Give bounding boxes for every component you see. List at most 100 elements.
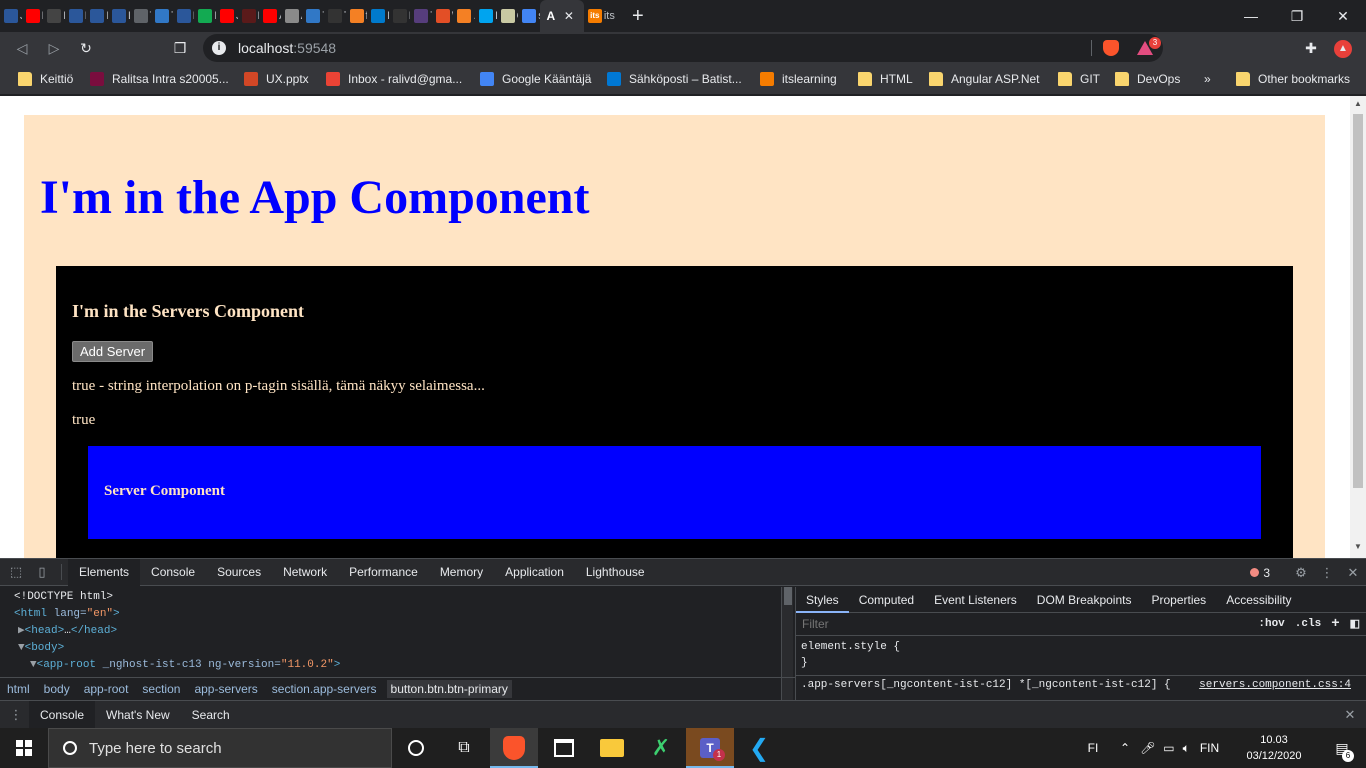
scroll-down-arrow[interactable]: ▼ bbox=[1354, 542, 1362, 551]
bookmark-item[interactable]: UX.pptx bbox=[244, 72, 309, 86]
browser-tab[interactable]: Ta bbox=[410, 0, 432, 32]
taskbar-search[interactable] bbox=[48, 728, 392, 768]
drawer-tab-what-s-new[interactable]: What's New bbox=[95, 701, 181, 730]
close-tab-icon[interactable]: ✕ bbox=[564, 9, 574, 23]
browser-tab[interactable]: Fr bbox=[43, 0, 65, 32]
start-button[interactable] bbox=[0, 728, 48, 768]
browser-tab[interactable]: Dc bbox=[194, 0, 216, 32]
breadcrumb-item[interactable]: html bbox=[7, 682, 30, 696]
clock[interactable]: 10.03 03/12/2020 bbox=[1244, 732, 1304, 764]
site-info-icon[interactable]: i bbox=[212, 41, 226, 55]
bookmark-item[interactable]: Keittiö bbox=[18, 72, 73, 86]
browser-tab[interactable]: Le bbox=[389, 0, 410, 32]
dom-line-body[interactable]: ▼<body> bbox=[14, 640, 781, 657]
reload-button[interactable]: ↻ bbox=[70, 35, 102, 63]
taskbar-search-input[interactable] bbox=[89, 739, 369, 757]
styles-tab-event-listeners[interactable]: Event Listeners bbox=[924, 587, 1027, 613]
settings-gear-icon[interactable]: ⚙ bbox=[1288, 565, 1314, 581]
styles-filter-input[interactable] bbox=[802, 617, 1249, 631]
bookmark-page-button[interactable]: ❒ bbox=[164, 35, 196, 63]
tab-active-angular[interactable]: A ✕ bbox=[539, 0, 584, 32]
browser-tab[interactable]: Le bbox=[22, 0, 43, 32]
browser-tab[interactable]: Le bbox=[108, 0, 130, 32]
bookmark-item[interactable]: Sähköposti – Batist... bbox=[607, 72, 742, 86]
close-devtools-icon[interactable]: ✕ bbox=[1340, 565, 1366, 581]
breadcrumb-item[interactable]: section.app-servers bbox=[272, 682, 377, 696]
breadcrumb-item[interactable]: app-servers bbox=[194, 682, 257, 696]
bookmark-item[interactable]: Inbox - ralivd@gma... bbox=[326, 72, 462, 86]
hover-state-toggle[interactable]: :hov bbox=[1258, 618, 1284, 630]
browser-tab[interactable]: Ty bbox=[302, 0, 324, 32]
taskbar-gitkraken[interactable]: ✗ bbox=[637, 728, 685, 768]
element-style-rule[interactable]: element.style { } bbox=[796, 636, 1366, 674]
styles-tab-computed[interactable]: Computed bbox=[849, 587, 924, 613]
browser-tab[interactable]: Ja bbox=[0, 0, 22, 32]
browser-tab[interactable]: Le bbox=[173, 0, 194, 32]
browser-tab[interactable]: Ac bbox=[259, 0, 281, 32]
bookmark-item[interactable]: itslearning bbox=[760, 72, 837, 86]
cortana-button[interactable] bbox=[392, 728, 440, 768]
volume-icon[interactable]: 🔈︎ bbox=[1183, 741, 1190, 756]
add-server-button[interactable]: Add Server bbox=[72, 341, 154, 362]
browser-tab[interactable]: st bbox=[518, 0, 540, 32]
breadcrumb-item[interactable]: button.btn.btn-primary bbox=[386, 680, 512, 698]
task-view-button[interactable]: ⧉ bbox=[440, 728, 488, 768]
styles-tab-dom-breakpoints[interactable]: DOM Breakpoints bbox=[1027, 587, 1142, 613]
scrollbar-thumb[interactable] bbox=[784, 587, 792, 605]
add-rule-icon[interactable]: + bbox=[1331, 616, 1339, 632]
breadcrumb-item[interactable]: section bbox=[142, 682, 180, 696]
browser-tab[interactable]: W bbox=[432, 0, 453, 32]
dom-line-html[interactable]: <html lang="en"> bbox=[14, 606, 781, 623]
action-center-button[interactable]: ▤ 6 bbox=[1318, 728, 1366, 768]
browser-tab[interactable]: .n bbox=[453, 0, 475, 32]
bookmark-item[interactable]: HTML bbox=[858, 72, 913, 86]
more-options-icon[interactable]: ⋮ bbox=[1314, 565, 1340, 581]
bookmark-item[interactable]: GIT bbox=[1058, 72, 1100, 86]
browser-tab[interactable]: Ja bbox=[216, 0, 238, 32]
browser-tab[interactable]: Hi bbox=[475, 0, 497, 32]
devtools-tab-memory[interactable]: Memory bbox=[429, 559, 494, 586]
tab-itslearning[interactable]: its its bbox=[584, 0, 618, 32]
css-rule[interactable]: .app-servers[_ngcontent-ist-c12] *[_ngco… bbox=[796, 675, 1366, 700]
class-toggle[interactable]: .cls bbox=[1295, 618, 1321, 630]
taskbar-file-explorer[interactable] bbox=[588, 728, 636, 768]
devtools-tab-lighthouse[interactable]: Lighthouse bbox=[575, 559, 656, 586]
styles-tab-styles[interactable]: Styles bbox=[796, 586, 849, 613]
brave-shields-icon[interactable] bbox=[1103, 40, 1119, 56]
devtools-tab-elements[interactable]: Elements bbox=[68, 558, 141, 586]
taskbar-teams[interactable]: T 1 bbox=[686, 728, 734, 768]
browser-tab[interactable]: Le bbox=[238, 0, 259, 32]
dom-tree[interactable]: <!DOCTYPE html> <html lang="en"> ▶<head>… bbox=[0, 587, 781, 677]
drawer-tab-search[interactable]: Search bbox=[181, 701, 241, 730]
browser-tab[interactable]: Ty bbox=[151, 0, 173, 32]
browser-tab[interactable]: A: bbox=[281, 0, 302, 32]
devtools-tab-console[interactable]: Console bbox=[140, 559, 206, 586]
taskbar-vscode[interactable]: ❮ bbox=[735, 728, 783, 768]
dom-line-head[interactable]: ▶<head>…</head> bbox=[14, 623, 781, 640]
input-language[interactable]: FI bbox=[1082, 741, 1104, 755]
taskbar-brave[interactable] bbox=[490, 728, 538, 768]
drawer-menu-icon[interactable]: ⋮ bbox=[3, 707, 29, 723]
show-hidden-icons[interactable]: ⌃ bbox=[1120, 741, 1130, 755]
browser-tab[interactable]: Th bbox=[130, 0, 151, 32]
microphone-icon[interactable]: 🎤︎ bbox=[1140, 741, 1155, 755]
other-bookmarks-folder[interactable]: Other bookmarks bbox=[1236, 72, 1350, 86]
dom-line-doctype[interactable]: <!DOCTYPE html> bbox=[14, 589, 781, 606]
new-tab-button[interactable]: + bbox=[628, 5, 648, 28]
extensions-puzzle-icon[interactable]: ✚ bbox=[1302, 40, 1320, 58]
error-counter[interactable]: 3 bbox=[1250, 566, 1270, 580]
scrollbar-thumb[interactable] bbox=[1353, 114, 1363, 488]
browser-tab[interactable]: M bbox=[367, 0, 389, 32]
back-button[interactable]: ◁ bbox=[6, 35, 38, 63]
device-toolbar-icon[interactable]: ▯ bbox=[29, 564, 55, 580]
browser-tab[interactable]: fir bbox=[346, 0, 367, 32]
page-scrollbar[interactable]: ▲ ▼ bbox=[1350, 96, 1366, 558]
drawer-tab-console[interactable]: Console bbox=[29, 700, 96, 730]
browser-tab[interactable]: Th bbox=[324, 0, 346, 32]
minimize-button[interactable]: — bbox=[1228, 0, 1274, 32]
devtools-tab-network[interactable]: Network bbox=[272, 559, 338, 586]
browser-tab[interactable]: Le bbox=[86, 0, 108, 32]
browser-tab[interactable]: Le bbox=[65, 0, 86, 32]
keyboard-layout[interactable]: FIN bbox=[1200, 741, 1219, 755]
battery-icon[interactable]: ▭ bbox=[1163, 741, 1174, 755]
